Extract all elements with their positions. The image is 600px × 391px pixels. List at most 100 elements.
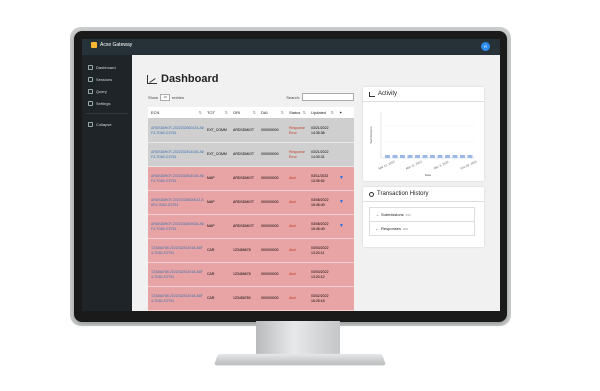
status-cell: Alert (289, 224, 297, 228)
table-row[interactable]: T23456789-2022032514018-A6F4-7D6C-E2761 C… (148, 263, 354, 287)
sidebar-item-sessions[interactable]: Sessions (82, 73, 132, 85)
history-item-responses[interactable]: ← Responses 200 (370, 222, 474, 235)
history-title: Transaction History (377, 191, 429, 197)
tot-cell: CAR (207, 248, 215, 252)
column-header-ori[interactable]: ORI ⇅ (230, 110, 258, 115)
ecn-link[interactable]: ARDSDMIOT-2022032514018-A6F4-7D6C-E2761 (148, 150, 204, 160)
status-cell: Alert (289, 200, 297, 204)
table-row[interactable]: ARDSDMIOT-2022032500123-A6F4-7D6C-E2761 E… (148, 119, 354, 143)
sort-icon: ⇅ (224, 110, 228, 115)
updated-cell: 03/11/2022 13:39:52 (311, 173, 329, 183)
collapse-icon (88, 121, 93, 127)
sidebar-divider (86, 113, 128, 114)
ecn-link[interactable]: T23456789-2022032514018-A6F4-7D6C-E2761 (148, 246, 204, 256)
dai-cell: 000000000 (261, 224, 279, 228)
page-title: Dashboard (147, 73, 218, 85)
y-axis-label: Submissions (369, 126, 373, 144)
ecn-link[interactable]: T23456789-2022032514018-A6F4-7D6C-E2761 (148, 294, 204, 304)
table-row[interactable]: ARDSDMIOT-2022032514018-A6F4-7D6C-E2761 E… (148, 143, 354, 167)
tot-cell: CAR (207, 296, 215, 300)
flag-icon[interactable]: ▼ (336, 176, 354, 181)
activity-title: Activity (378, 91, 398, 97)
x-tick-label: Mar 3, 2022 (433, 160, 450, 171)
column-header-flag[interactable]: ✦ (336, 110, 354, 115)
history-icon (369, 191, 374, 197)
chart-bar (437, 155, 443, 158)
table-row[interactable]: T23456789-2022032514018-A6F4-7D6C-E2761 C… (148, 239, 354, 263)
flag-icon[interactable]: ▼ (336, 200, 354, 205)
ori-cell: ARDSDMIOT (233, 176, 254, 180)
updated-cell: 03/08/2022 16:45:49 (311, 221, 329, 231)
sidebar: Dashboard Sessions Query Settings Collap… (82, 55, 132, 311)
history-header: Transaction History (363, 187, 484, 202)
ori-cell: 123456678 (233, 248, 251, 252)
table-row[interactable]: ARDSDMIOT-2022032514018-A6F4-7D6C-E2761 M… (148, 167, 354, 191)
status-cell: Alert (289, 296, 297, 300)
sidebar-item-settings[interactable]: Settings (82, 97, 132, 109)
chart-bar (460, 155, 465, 158)
avatar[interactable]: R (481, 42, 490, 51)
updated-cell: 03/08/2022 16:45:49 (311, 197, 329, 207)
arrow-left-icon: ← (375, 226, 379, 231)
sidebar-item-label: Collapse (96, 121, 112, 127)
updated-cell: 03/02/2022 16:25:15 (311, 293, 329, 303)
ecn-link[interactable]: ARDSDMIOT-2022032514018-A6F4-7D6C-E2761 (148, 174, 204, 184)
header-label: DAI (261, 110, 268, 115)
table-row[interactable]: T23456789-2022032514018-A6F4-7D6C-E2761 C… (148, 287, 354, 311)
ori-cell: 123456678 (233, 272, 251, 276)
sidebar-item-label: Query (96, 88, 107, 94)
monitor-stand (256, 321, 340, 357)
column-header-dai[interactable]: DAI ⇅ (258, 110, 286, 115)
header-label: ORI (233, 110, 241, 115)
sessions-icon (88, 76, 93, 82)
ori-cell: 123456789 (233, 296, 251, 300)
search-label: Search: (286, 94, 300, 100)
dashboard-icon (88, 64, 93, 70)
search-input[interactable] (302, 93, 354, 101)
column-header-tot[interactable]: TOT ⇅ (204, 110, 230, 115)
dai-cell: 000000000 (261, 272, 279, 276)
arrow-right-icon: → (375, 212, 379, 217)
chart-bar (415, 155, 420, 158)
entries-select[interactable]: 10 (160, 94, 171, 101)
brand-name: Acxe Gateway (100, 42, 133, 48)
ecn-link[interactable]: ARDSDMIOT-2022032509018-A6F4-7D6C-E2761 (148, 222, 204, 232)
x-tick-label: Mar 21, 2022 (378, 159, 396, 170)
brand[interactable]: Acxe Gateway (91, 42, 132, 48)
sort-icon: ⇅ (252, 110, 256, 115)
sidebar-item-label: Settings (96, 100, 111, 106)
brand-logo-icon (91, 42, 97, 48)
flag-icon[interactable]: ▼ (336, 224, 354, 229)
header-label: Updated (311, 110, 327, 115)
dai-cell: 000000000 (261, 248, 279, 252)
table-row[interactable]: ARDSDMIOT-2022032509018-A6F4-7D6C-E2761 M… (148, 215, 354, 239)
chart-bar (407, 155, 413, 158)
tot-cell: EXT_COMM (207, 128, 227, 132)
table-row[interactable]: ARDSDMIOT-20220325000012-A6F4-7D6C-E2761… (148, 191, 354, 215)
ori-cell: ARDSDMIOT (233, 224, 254, 228)
chart-bar (452, 155, 458, 158)
status-cell: Response Error (289, 125, 305, 135)
chart-line-icon (147, 74, 157, 84)
updated-cell: 03/03/2022 13:20:11 (311, 245, 329, 255)
column-header-status[interactable]: Status ⇅ (286, 110, 308, 115)
sidebar-item-dashboard[interactable]: Dashboard (82, 61, 132, 73)
x-tick-label: Feb 28, 2022 (460, 159, 478, 170)
page-title-text: Dashboard (161, 73, 219, 85)
top-navbar: Acxe Gateway R (82, 39, 500, 55)
ecn-link[interactable]: ARDSDMIOT-2022032500123-A6F4-7D6C-E2761 (148, 126, 204, 136)
column-header-updated[interactable]: Updated ⇅ (308, 110, 336, 115)
ecn-link[interactable]: ARDSDMIOT-20220325000012-A6F4-7D6C-E2761 (148, 198, 204, 208)
pin-icon: ✦ (339, 110, 343, 115)
activity-chart: Submissions Date Mar 21, 2022 Mar 11, 202… (369, 112, 478, 177)
ecn-link[interactable]: T23456789-2022032514018-A6F4-7D6C-E2761 (148, 270, 204, 280)
column-header-ecn[interactable]: ECN ⇅ (148, 110, 204, 115)
tot-cell: EXT_COMM (207, 152, 227, 156)
history-panel: Transaction History → Submissions 234 ← … (363, 187, 484, 247)
tot-cell: MAP (207, 176, 215, 180)
sidebar-collapse-button[interactable]: Collapse (82, 118, 132, 130)
tot-cell: MAP (207, 224, 215, 228)
ori-cell: ARDSDMIOT (233, 152, 254, 156)
history-item-submissions[interactable]: → Submissions 234 (370, 208, 474, 222)
sidebar-item-query[interactable]: Query (82, 85, 132, 97)
